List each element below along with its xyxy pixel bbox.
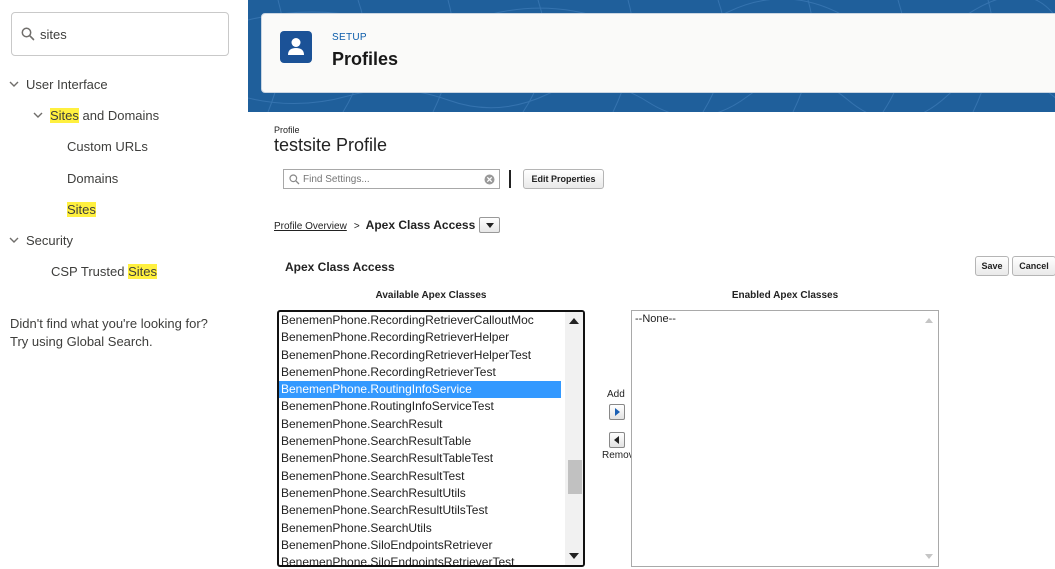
list-item[interactable]: --None-- (632, 311, 938, 327)
add-label: Add (607, 389, 625, 400)
list-item[interactable]: BenemenPhone.SearchResultUtils (279, 485, 561, 502)
enabled-classes-list[interactable]: --None-- (631, 310, 939, 567)
quick-find-panel: User Interface Sites and Domains Custom … (0, 0, 248, 569)
search-match-highlight: Sites (50, 108, 79, 123)
tree-item-user-interface[interactable]: User Interface (8, 77, 108, 92)
list-item[interactable]: BenemenPhone.SearchResultTable (279, 433, 561, 450)
list-item[interactable]: BenemenPhone.RoutingInfoService (279, 381, 561, 399)
main-area: SETUP Profiles Profile testsite Profile … (248, 0, 1055, 569)
breadcrumb-current: Apex Class Access (365, 218, 476, 232)
cancel-button[interactable]: Cancel (1012, 256, 1055, 276)
enabled-classes-header: Enabled Apex Classes (731, 290, 839, 301)
profile-label: Profile (274, 125, 300, 135)
search-icon (21, 27, 35, 41)
scroll-thumb[interactable] (568, 460, 582, 494)
breadcrumb-separator: > (353, 221, 360, 232)
tree-item-csp-trusted-sites[interactable]: CSP Trusted Sites (51, 264, 157, 279)
search-icon (289, 174, 300, 185)
scrollbar[interactable] (920, 311, 938, 566)
profile-content: Profile testsite Profile Edit Properties… (261, 112, 1055, 569)
scroll-down-arrow-icon[interactable] (925, 554, 933, 559)
list-item[interactable]: BenemenPhone.RecordingRetrieverHelper (279, 329, 561, 346)
tree-item-sites[interactable]: Sites (67, 202, 96, 217)
list-item[interactable]: BenemenPhone.RoutingInfoServiceTest (279, 398, 561, 415)
tree-item-security[interactable]: Security (8, 233, 73, 248)
search-match-highlight: Sites (128, 264, 157, 279)
list-item[interactable]: BenemenPhone.RecordingRetrieverHelperTes… (279, 347, 561, 364)
available-classes-rows: BenemenPhone.RecordingRetrieverCalloutMo… (279, 312, 561, 565)
help-line-1: Didn't find what you're looking for? (10, 316, 208, 331)
list-item[interactable]: BenemenPhone.SearchResultTableTest (279, 450, 561, 467)
list-item[interactable]: BenemenPhone.SearchResultTest (279, 468, 561, 485)
add-button[interactable] (609, 404, 625, 420)
quick-find-box[interactable] (11, 12, 229, 56)
scrollbar[interactable] (565, 312, 583, 565)
tree-label: Custom URLs (67, 139, 148, 154)
tree-label: Domains (67, 171, 119, 186)
save-button[interactable]: Save (975, 256, 1009, 276)
scroll-up-arrow-icon[interactable] (569, 318, 579, 324)
help-text: Didn't find what you're looking for? Try… (10, 315, 208, 351)
list-item[interactable]: BenemenPhone.SearchResultUtilsTest (279, 502, 561, 519)
quick-find-input[interactable] (40, 23, 220, 45)
tree-item-custom-urls[interactable]: Custom URLs (67, 139, 148, 154)
scroll-up-arrow-icon[interactable] (925, 318, 933, 323)
list-item[interactable]: BenemenPhone.SiloEndpointsRetrieverTest (279, 554, 561, 565)
available-classes-header: Available Apex Classes (375, 290, 487, 301)
tree-label: User Interface (26, 77, 108, 92)
edit-properties-button[interactable]: Edit Properties (523, 169, 604, 189)
profile-name: testsite Profile (274, 135, 388, 155)
tree-item-domains[interactable]: Domains (67, 171, 118, 186)
available-classes-list[interactable]: BenemenPhone.RecordingRetrieverCalloutMo… (277, 310, 585, 567)
find-settings-box[interactable] (283, 169, 500, 189)
global-search-link[interactable]: Try using Global Search. (10, 334, 153, 349)
page-header-card: SETUP Profiles (261, 13, 1055, 93)
scroll-down-arrow-icon[interactable] (569, 553, 579, 559)
list-item[interactable]: BenemenPhone.RecordingRetrieverCalloutMo… (279, 312, 561, 329)
find-settings-input[interactable] (303, 172, 473, 187)
remove-button[interactable] (609, 432, 625, 448)
arrow-right-icon (615, 408, 620, 416)
divider (509, 170, 511, 188)
breadcrumb: Profile Overview > Apex Class Access (274, 217, 501, 233)
chevron-down-icon[interactable] (32, 109, 44, 121)
setup-label: SETUP (332, 32, 367, 43)
breadcrumb-profile-overview-link[interactable]: Profile Overview (274, 221, 347, 232)
list-item[interactable]: BenemenPhone.SearchResult (279, 416, 561, 433)
tree-label: Security (26, 233, 73, 248)
arrow-left-icon (614, 436, 619, 444)
clear-icon[interactable] (484, 174, 495, 185)
header-banner: SETUP Profiles (248, 0, 1055, 112)
tree-item-sites-and-domains[interactable]: Sites and Domains (32, 108, 159, 123)
chevron-down-icon[interactable] (8, 234, 20, 246)
section-title: Apex Class Access (285, 260, 395, 274)
list-item[interactable]: BenemenPhone.SiloEndpointsRetriever (279, 537, 561, 554)
tree-label: and Domains (78, 108, 160, 123)
chevron-down-icon[interactable] (8, 78, 20, 90)
tree-label: CSP Trusted (51, 264, 129, 279)
profile-icon (280, 31, 312, 63)
list-item[interactable]: BenemenPhone.SearchUtils (279, 520, 561, 537)
breadcrumb-dropdown-button[interactable] (479, 217, 501, 233)
list-item[interactable]: BenemenPhone.RecordingRetrieverTest (279, 364, 561, 381)
page-title: Profiles (332, 49, 399, 69)
search-match-highlight: Sites (67, 202, 96, 217)
